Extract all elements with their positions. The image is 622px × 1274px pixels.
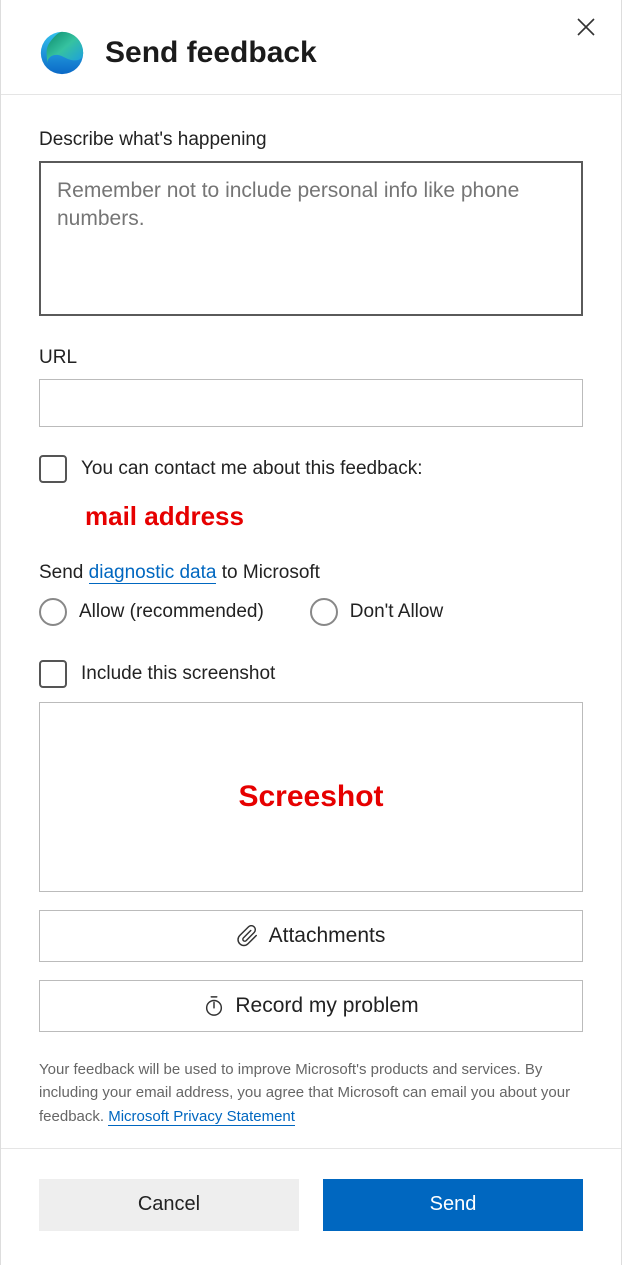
dont-allow-option: Don't Allow: [310, 598, 443, 626]
dont-allow-radio[interactable]: [310, 598, 338, 626]
allow-radio[interactable]: [39, 598, 67, 626]
dialog-content: Describe what's happening URL You can co…: [1, 95, 621, 1148]
screenshot-label: Include this screenshot: [81, 663, 275, 685]
diagnostic-prefix: Send: [39, 562, 89, 583]
contact-row: You can contact me about this feedback:: [39, 455, 583, 483]
diagnostic-data-link[interactable]: diagnostic data: [89, 562, 217, 584]
describe-label: Describe what's happening: [39, 129, 583, 151]
dialog-footer: Cancel Send: [1, 1148, 621, 1265]
describe-textarea[interactable]: [39, 161, 583, 316]
screenshot-row: Include this screenshot: [39, 660, 583, 688]
record-label: Record my problem: [235, 994, 418, 1018]
diagnostic-radios: Allow (recommended) Don't Allow: [39, 598, 583, 626]
stopwatch-icon: [203, 995, 225, 1017]
feedback-dialog: Send feedback Describe what's happening …: [0, 0, 622, 1265]
url-input[interactable]: [39, 379, 583, 427]
edge-logo-icon: [39, 30, 85, 76]
dont-allow-label: Don't Allow: [350, 601, 443, 623]
disclaimer-text: Your feedback will be used to improve Mi…: [39, 1058, 583, 1128]
attachments-button[interactable]: Attachments: [39, 910, 583, 962]
diagnostic-text: Send diagnostic data to Microsoft: [39, 562, 583, 584]
paperclip-icon: [237, 925, 259, 947]
url-label: URL: [39, 347, 583, 369]
contact-checkbox[interactable]: [39, 455, 67, 483]
send-button[interactable]: Send: [323, 1179, 583, 1231]
attachments-label: Attachments: [269, 924, 386, 948]
screenshot-preview[interactable]: Screeshot: [39, 702, 583, 892]
privacy-statement-link[interactable]: Microsoft Privacy Statement: [108, 1108, 295, 1126]
contact-label: You can contact me about this feedback:: [81, 458, 423, 480]
screenshot-checkbox[interactable]: [39, 660, 67, 688]
screenshot-placeholder-text: Screeshot: [238, 780, 383, 814]
allow-option: Allow (recommended): [39, 598, 264, 626]
dialog-title: Send feedback: [105, 36, 317, 70]
cancel-button[interactable]: Cancel: [39, 1179, 299, 1231]
diagnostic-suffix: to Microsoft: [216, 562, 319, 583]
record-button[interactable]: Record my problem: [39, 980, 583, 1032]
dialog-header: Send feedback: [1, 0, 621, 94]
email-redacted-text: mail address: [85, 501, 583, 532]
allow-label: Allow (recommended): [79, 601, 264, 623]
